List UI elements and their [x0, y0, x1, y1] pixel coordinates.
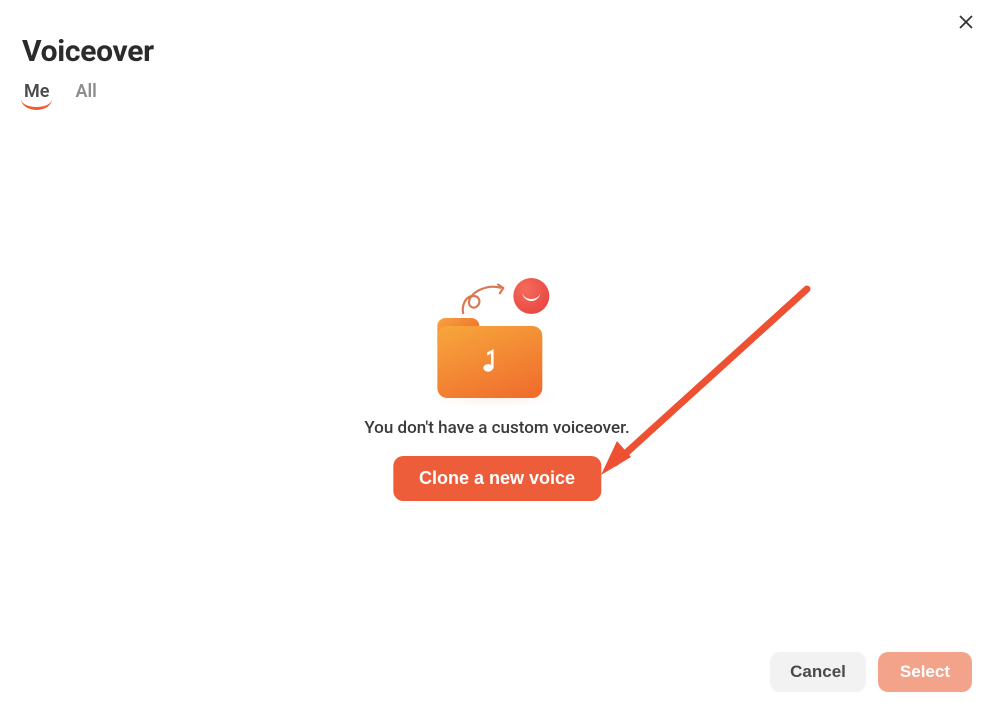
tab-me[interactable]: Me	[24, 81, 49, 108]
music-note-icon	[477, 347, 503, 377]
cancel-button[interactable]: Cancel	[770, 652, 866, 692]
close-button[interactable]	[956, 12, 976, 32]
empty-folder-illustration	[427, 280, 567, 400]
modal-title: Voiceover	[22, 34, 972, 69]
modal-header: Voiceover Me All	[0, 0, 994, 108]
modal-footer: Cancel Select	[770, 652, 972, 692]
tabs: Me All	[22, 81, 972, 108]
empty-state: You don't have a custom voiceover. Clone…	[364, 280, 629, 501]
tab-all[interactable]: All	[75, 81, 96, 108]
empty-state-message: You don't have a custom voiceover.	[364, 418, 629, 438]
swirl-arrow-icon	[455, 282, 515, 322]
select-button[interactable]: Select	[878, 652, 972, 692]
close-icon	[958, 14, 974, 30]
clone-voice-button[interactable]: Clone a new voice	[393, 456, 601, 501]
smiley-face-icon	[513, 278, 549, 314]
